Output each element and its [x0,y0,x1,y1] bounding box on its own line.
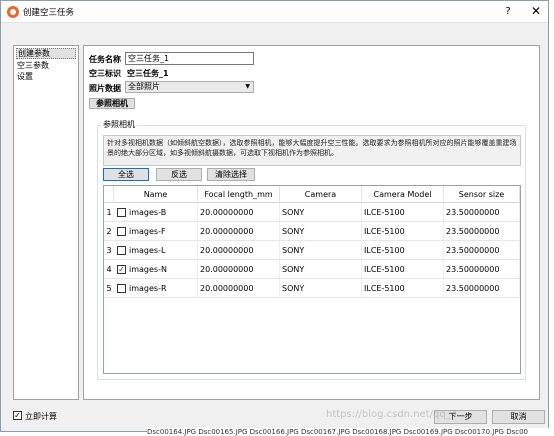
background-file-list: Dsc00164.JPG Dsc00165.JPG Dsc00166.JPG D… [147,428,554,436]
cell-camera-model: ILCE-5100 [362,241,444,260]
cell-name: images-R [129,279,198,298]
cell-camera: SONY [280,260,362,279]
cell-camera-model: ILCE-5100 [362,203,444,222]
table-row[interactable]: 3 images-L 20.00000000 SONY ILCE-5100 23… [104,241,520,260]
row-checkbox[interactable] [117,208,126,217]
ref-camera-group-title: 参照相机 [101,119,137,130]
cell-sensor-size: 23.50000000 [444,203,520,222]
select-all-button[interactable]: 全选 [103,168,149,181]
row-checkbox[interactable] [117,284,126,293]
row-number: 3 [106,246,112,255]
ref-camera-button[interactable]: 参照相机 [89,98,135,109]
camera-table: Name Focal length_mm Camera Camera Model… [103,185,521,374]
row-number: 5 [106,284,112,293]
cell-focal-length: 20.00000000 [198,260,280,279]
row-checkbox[interactable] [117,227,126,236]
nav-panel: 创建参数 空三参数 设置 [13,45,79,400]
cell-camera-model: ILCE-5100 [362,260,444,279]
cell-camera: SONY [280,203,362,222]
cell-focal-length: 20.00000000 [198,241,280,260]
help-button[interactable]: ? [499,3,517,20]
task-name-label: 任务名称 [89,55,121,64]
close-icon[interactable]: ✕ [527,3,545,20]
create-aat-task-dialog: 创建空三任务 ? ✕ 创建参数 空三参数 设置 任务名称 空三任务_1 空三标识… [0,0,549,432]
invert-selection-button[interactable]: 反选 [156,168,202,181]
cell-camera: SONY [280,222,362,241]
watermark: https://blog.csdn.net/qq_4... [326,409,467,420]
ref-camera-description: 针对多视相机数据（如倾斜航空数据），选取参照相机，能够大幅度提升空三性能。选取要… [103,135,521,166]
compute-now-checkbox[interactable]: ✓ [13,411,22,420]
compute-now-label: 立即计算 [25,412,57,421]
table-row[interactable]: 2 images-F 20.00000000 SONY ILCE-5100 23… [104,222,520,241]
row-number: 4 [106,265,112,274]
cell-camera-model: ILCE-5100 [362,279,444,298]
cell-name: images-F [129,222,198,241]
cell-sensor-size: 23.50000000 [444,222,520,241]
clear-selection-button[interactable]: 清除选择 [207,168,255,181]
row-checkbox[interactable] [117,246,126,255]
nav-item-settings[interactable]: 设置 [16,71,76,82]
header-camera-model[interactable]: Camera Model [362,186,444,203]
app-icon [7,6,19,18]
chevron-down-icon: ▼ [245,83,250,90]
row-number: 2 [106,227,112,236]
aat-id-value: 空三任务_1 [127,69,169,78]
nav-item-aat-params[interactable]: 空三参数 [16,60,76,71]
aat-id-label: 空三标识 [89,69,121,78]
cell-name: images-N [129,260,198,279]
row-checkbox-checked[interactable]: ✓ [117,265,126,274]
header-sensor-size[interactable]: Sensor size [444,186,520,203]
table-row[interactable]: 4 ✓ images-N 20.00000000 SONY ILCE-5100 … [104,260,520,279]
cell-camera: SONY [280,279,362,298]
photo-data-select[interactable]: 全部照片 ▼ [125,81,254,93]
table-header: Name Focal length_mm Camera Camera Model… [104,186,520,203]
title-bar[interactable]: 创建空三任务 ? ✕ [1,1,548,23]
cell-name: images-L [129,241,198,260]
header-camera[interactable]: Camera [280,186,362,203]
cell-camera: SONY [280,241,362,260]
header-rownum [104,186,114,203]
cell-sensor-size: 23.50000000 [444,260,520,279]
row-number: 1 [106,208,112,217]
task-name-input[interactable]: 空三任务_1 [125,52,254,65]
photo-data-selected-value: 全部照片 [128,82,160,91]
header-name[interactable]: Name [114,186,198,203]
table-row[interactable]: 5 images-R 20.00000000 SONY ILCE-5100 23… [104,279,520,298]
cell-focal-length: 20.00000000 [198,279,280,298]
cell-camera-model: ILCE-5100 [362,222,444,241]
table-row[interactable]: 1 images-B 20.00000000 SONY ILCE-5100 23… [104,203,520,222]
cancel-button[interactable]: 取消 [492,410,545,424]
header-focal-length[interactable]: Focal length_mm [198,186,280,203]
cell-name: images-B [129,203,198,222]
cell-sensor-size: 23.50000000 [444,241,520,260]
window-title: 创建空三任务 [23,8,75,18]
photo-data-label: 照片数据 [89,84,121,93]
cell-sensor-size: 23.50000000 [444,279,520,298]
cell-focal-length: 20.00000000 [198,203,280,222]
nav-item-create-params[interactable]: 创建参数 [16,48,76,59]
cell-focal-length: 20.00000000 [198,222,280,241]
